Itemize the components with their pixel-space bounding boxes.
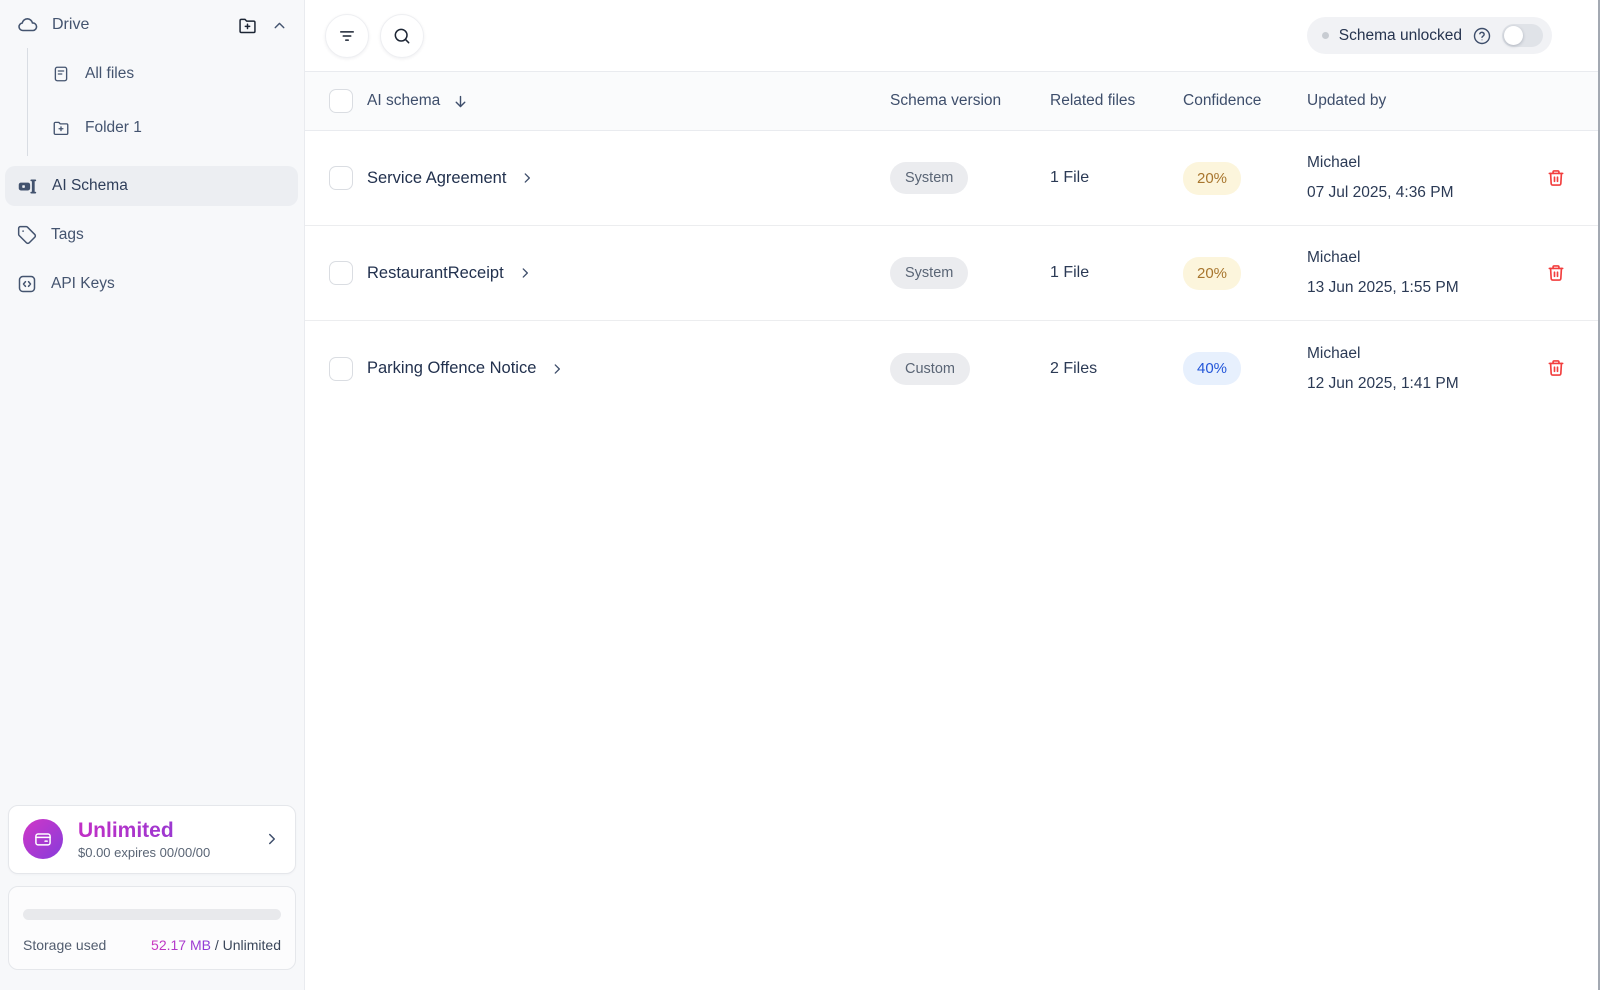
- schema-version-badge: System: [890, 257, 969, 289]
- plan-texts: Unlimited $0.00 expires 00/00/00: [78, 819, 248, 860]
- chevron-right-icon: [263, 830, 281, 848]
- schema-unlocked-toggle[interactable]: [1502, 24, 1543, 47]
- plan-subtitle: $0.00 expires 00/00/00: [78, 845, 211, 860]
- row-checkbox[interactable]: [329, 356, 353, 381]
- delete-button[interactable]: [1542, 164, 1570, 192]
- related-files-cell: 2 Files: [1050, 359, 1098, 377]
- column-header-name[interactable]: AI schema: [367, 92, 440, 110]
- related-files-cell: 1 File: [1050, 264, 1090, 281]
- schema-unlocked-pill: Schema unlocked: [1306, 17, 1552, 54]
- updated-by-date: 12 Jun 2025, 1:41 PM: [1307, 374, 1459, 392]
- toggle-knob: [1504, 26, 1523, 45]
- drive-tree: All files Folder 1: [0, 44, 304, 166]
- updated-by-date: 13 Jun 2025, 1:55 PM: [1307, 279, 1459, 296]
- toolbar: Schema unlocked: [305, 0, 1600, 72]
- updated-by-cell: Michael 12 Jun 2025, 1:41 PM: [1307, 339, 1542, 399]
- sidebar-item-all-files[interactable]: All files: [0, 54, 304, 94]
- updated-by-name: Michael: [1307, 154, 1361, 171]
- file-text-icon: [52, 65, 70, 83]
- table-body: Service Agreement System 1 File 20% Mich…: [305, 131, 1600, 416]
- delete-button[interactable]: [1542, 354, 1570, 382]
- trash-icon: [1546, 263, 1566, 283]
- schema-version-badge: Custom: [890, 352, 970, 385]
- chevron-right-icon: [520, 171, 534, 185]
- storage-progress-bar: [23, 909, 281, 920]
- sidebar-item-folder-1[interactable]: Folder 1: [0, 108, 304, 148]
- schema-version-badge: System: [890, 162, 969, 194]
- delete-button[interactable]: [1542, 259, 1570, 287]
- tag-icon: [17, 225, 37, 245]
- schema-name-cell[interactable]: Parking Offence Notice: [367, 359, 890, 378]
- schema-toggle-label: Schema unlocked: [1338, 26, 1462, 44]
- confidence-badge: 40%: [1183, 352, 1242, 385]
- trash-icon: [1546, 358, 1566, 378]
- sidebar-item-label: All files: [85, 65, 135, 82]
- updated-by-cell: Michael 13 Jun 2025, 1:55 PM: [1307, 243, 1542, 303]
- sidebar-item-tags[interactable]: Tags: [5, 215, 298, 255]
- search-icon: [392, 26, 412, 46]
- table-header: AI schema Schema version Related files C…: [305, 72, 1600, 131]
- sidebar-item-ai-schema[interactable]: AI Schema: [5, 166, 298, 206]
- filter-button[interactable]: [325, 13, 369, 58]
- schema-name: Parking Offence Notice: [367, 359, 537, 377]
- confidence-badge: 20%: [1183, 161, 1242, 195]
- trash-icon: [1546, 168, 1566, 188]
- plan-card[interactable]: Unlimited $0.00 expires 00/00/00: [8, 804, 296, 874]
- schema-name: RestaurantReceipt: [367, 263, 504, 282]
- drive-label: Drive: [52, 16, 90, 33]
- storage-total: / Unlimited: [210, 937, 281, 953]
- chevron-right-icon: [518, 266, 532, 280]
- related-files-cell: 1 File: [1050, 169, 1090, 186]
- collapse-chevron-up-icon[interactable]: [271, 17, 288, 34]
- new-folder-icon[interactable]: [237, 15, 258, 36]
- tree-indent-line: [27, 48, 28, 156]
- chevron-right-icon: [550, 362, 564, 376]
- storage-value: 52.17 MB / Unlimited: [151, 937, 281, 953]
- column-header-related-files: Related files: [1050, 92, 1136, 109]
- confidence-badge: 20%: [1183, 256, 1242, 290]
- column-header-updated-by: Updated by: [1307, 92, 1387, 109]
- sidebar-item-label: AI Schema: [52, 177, 128, 194]
- updated-by-date: 07 Jul 2025, 4:36 PM: [1307, 184, 1454, 201]
- updated-by-name: Michael: [1307, 344, 1361, 362]
- search-button[interactable]: [380, 13, 424, 58]
- filter-icon: [337, 26, 357, 46]
- updated-by-name: Michael: [1307, 249, 1361, 266]
- sidebar-item-api-keys[interactable]: API Keys: [5, 264, 298, 304]
- sidebar-item-label: API Keys: [51, 275, 115, 292]
- ai-schema-icon: [17, 176, 38, 197]
- help-icon[interactable]: [1472, 26, 1492, 46]
- main-content: Schema unlocked AI schema Schema version…: [305, 0, 1600, 990]
- storage-used-amount: 52.17 MB: [151, 937, 211, 953]
- status-dot: [1321, 32, 1329, 39]
- column-header-schema-version: Schema version: [890, 92, 1002, 109]
- sidebar-item-label: Folder 1: [85, 119, 142, 136]
- folder-plus-icon: [52, 119, 70, 137]
- cloud-icon: [17, 14, 39, 36]
- column-header-confidence: Confidence: [1183, 92, 1262, 109]
- sort-arrow-down-icon[interactable]: [452, 93, 469, 110]
- row-checkbox[interactable]: [329, 166, 353, 190]
- table-row: Service Agreement System 1 File 20% Mich…: [305, 131, 1600, 226]
- code-brackets-icon: [17, 274, 37, 294]
- schema-name: Service Agreement: [367, 168, 507, 187]
- sidebar-item-label: Tags: [51, 226, 84, 243]
- drive-header[interactable]: Drive: [0, 0, 304, 44]
- updated-by-cell: Michael 07 Jul 2025, 4:36 PM: [1307, 148, 1542, 208]
- plan-title: Unlimited: [78, 819, 248, 843]
- schema-name-cell[interactable]: Service Agreement: [367, 169, 890, 188]
- table-row: RestaurantReceipt System 1 File 20% Mich…: [305, 226, 1600, 321]
- wallet-icon: [23, 819, 63, 860]
- table-row: Parking Offence Notice Custom 2 Files 40…: [305, 321, 1600, 416]
- select-all-checkbox[interactable]: [329, 89, 353, 113]
- sidebar: Drive All files Folder 1 AI Schema Tags …: [0, 0, 305, 990]
- row-checkbox[interactable]: [329, 261, 353, 285]
- storage-card: Storage used 52.17 MB / Unlimited: [8, 886, 296, 970]
- schema-name-cell[interactable]: RestaurantReceipt: [367, 264, 890, 283]
- storage-label: Storage used: [23, 937, 107, 953]
